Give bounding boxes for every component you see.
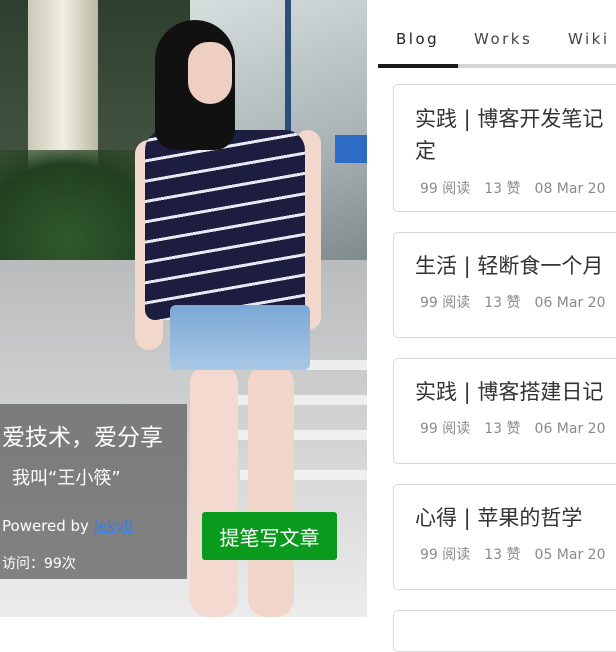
post-read-count: 99 阅读 (420, 421, 471, 437)
powered-by: Powered by Jekyll (2, 517, 133, 535)
post-card[interactable]: 生活 | 轻断食一个月 99 阅读 13 赞 06 Mar 20 (393, 232, 616, 338)
figure-leg (190, 365, 238, 617)
post-title: 实践 | 博客搭建日记 (415, 380, 604, 404)
post-read-count: 99 阅读 (420, 181, 471, 197)
active-tab-indicator (378, 64, 458, 68)
site-motto: 爱技术，爱分享 (2, 425, 163, 451)
post-like-count: 13 赞 (484, 421, 521, 437)
tab-blog[interactable]: Blog (396, 30, 439, 48)
figure-shorts (170, 305, 310, 370)
tab-wiki[interactable]: Wiki (568, 30, 610, 48)
profile-info-box: 爱技术，爱分享 我叫“王小筷” Powered by Jekyll 访问：99次 (0, 404, 187, 579)
post-card[interactable]: 心得 | 苹果的哲学 99 阅读 13 赞 05 Mar 20 (393, 484, 616, 590)
author-intro: 我叫“王小筷” (12, 468, 121, 489)
post-date: 08 Mar 20 (534, 181, 606, 197)
post-like-count: 13 赞 (484, 181, 521, 197)
post-date: 05 Mar 20 (534, 547, 606, 563)
post-card[interactable]: 实践 | 博客搭建日记 99 阅读 13 赞 06 Mar 20 (393, 358, 616, 464)
write-article-button[interactable]: 提笔写文章 (202, 512, 337, 560)
post-like-count: 13 赞 (484, 295, 521, 311)
post-title: 生活 | 轻断食一个月 (415, 254, 604, 278)
jekyll-link[interactable]: Jekyll (94, 517, 133, 535)
post-title: 心得 | 苹果的哲学 (415, 506, 583, 530)
post-like-count: 13 赞 (484, 547, 521, 563)
post-meta: 99 阅读 13 赞 06 Mar 20 (420, 418, 616, 438)
visit-counter: 访问：99次 (2, 556, 76, 572)
tab-works[interactable]: Works (474, 30, 532, 48)
post-meta: 99 阅读 13 赞 05 Mar 20 (420, 544, 616, 564)
post-read-count: 99 阅读 (420, 295, 471, 311)
post-title-continued: 定 (415, 139, 436, 163)
post-card[interactable] (393, 610, 616, 652)
figure-face (188, 42, 232, 104)
post-meta: 99 阅读 13 赞 08 Mar 20 (420, 178, 616, 198)
post-card[interactable]: 实践 | 博客开发笔记 定 99 阅读 13 赞 08 Mar 20 (393, 84, 616, 212)
post-date: 06 Mar 20 (534, 421, 606, 437)
figure-leg (248, 365, 294, 617)
post-meta: 99 阅读 13 赞 06 Mar 20 (420, 292, 616, 312)
post-date: 06 Mar 20 (534, 295, 606, 311)
powered-by-label: Powered by (2, 517, 94, 535)
post-read-count: 99 阅读 (420, 547, 471, 563)
post-title: 实践 | 博客开发笔记 (415, 107, 604, 131)
figure-top (145, 130, 305, 320)
tab-bar: Blog Works Wiki (378, 20, 616, 68)
